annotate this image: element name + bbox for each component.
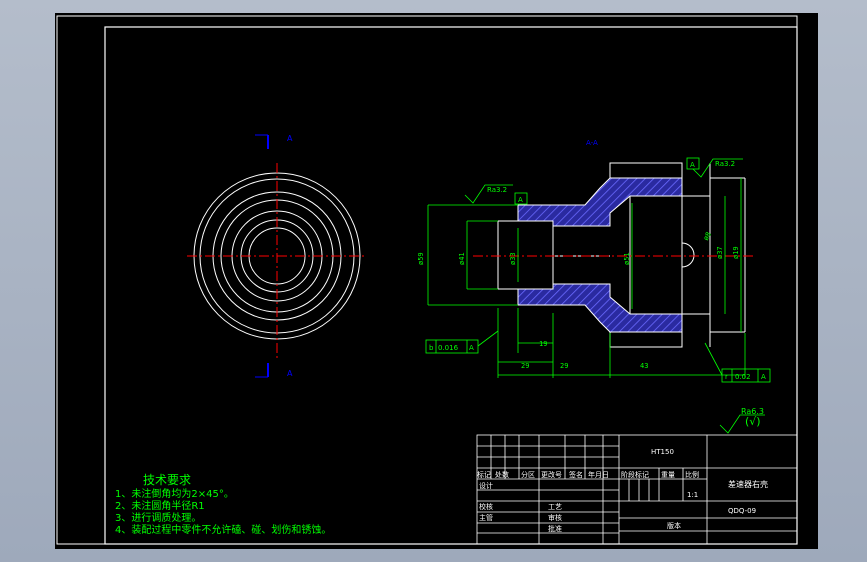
tol1-sym: b [429,344,434,352]
dim-d-inner: ø51 [623,252,631,265]
dim-hole: ø8 [702,231,713,242]
part-name: 差速器右壳 [728,479,768,489]
tech-requirements: 技术要求 1、未注倒角均为2×45°。 2、未注圆角半径R1 3、进行调质处理。… [115,473,331,536]
section-mark-bottom: A [287,369,293,378]
hdr-1: 处数 [495,470,509,479]
roughness-1: Ra3.2 [487,186,507,194]
drawing-no: QDQ-09 [728,507,756,515]
scale: 1:1 [687,491,698,499]
hdr-5: 年月日 [588,470,609,479]
stage-hdr-1: 重量 [661,471,675,479]
dim-len-29b: 29 [560,362,568,370]
end-view [187,134,367,378]
tol1-ref: A [469,344,474,352]
datum-2: A [690,161,695,169]
outer-frame [56,15,798,545]
tech-req-title: 技术要求 [143,473,191,487]
dim-d-outer: ø59 [417,252,425,265]
hdr-4: 签名 [569,470,583,479]
tol2-sym: r [725,373,728,381]
tol2-val: 0.02 [735,373,751,381]
role2-1: 审核 [548,513,562,522]
dim-d-flange: ø19 [732,246,740,259]
hdr-0: 标记 [477,470,491,479]
dim-d-right: ø37 [716,246,724,259]
drawing-svg: A A A-A ø59 ø41 ø33 ø51 ø37 ø19 ø8 19 29… [56,15,798,545]
hdr-3: 更改号 [541,470,562,479]
section-mark-top: A [287,134,293,143]
stage-hdr-2: 比例 [685,470,699,479]
role2-2: 批准 [548,524,562,533]
dim-len-29a: 29 [521,362,529,370]
dim-len-19: 19 [539,340,547,348]
role2-0: 工艺 [548,503,562,511]
tol2-ref: A [761,373,766,381]
role-0: 设计 [479,481,493,490]
tol1-val: 0.016 [438,344,459,352]
title-block-grid [476,434,798,545]
dim-d-neck: ø33 [509,252,517,265]
role-1: 校核 [479,502,493,511]
tech-req-item-3: 3、进行调质处理。 [115,511,201,524]
role-2: 主管 [479,513,493,522]
drawing-sheet[interactable]: A A A-A ø59 ø41 ø33 ø51 ø37 ø19 ø8 19 29… [55,13,818,549]
tech-req-item-2: 2、未注圆角半径R1 [115,499,205,512]
datum-1: A [518,196,523,204]
section-view-label: A-A [586,139,598,147]
tech-req-item-4: 4、装配过程中零件不允许磕、碰、划伤和锈蚀。 [115,523,331,536]
material: HT150 [651,448,674,456]
stage-hdr-0: 阶段标记 [621,470,649,479]
edition: 版本 [667,521,681,530]
cad-viewport[interactable]: A A A-A ø59 ø41 ø33 ø51 ø37 ø19 ø8 19 29… [0,0,867,562]
tech-req-item-1: 1、未注倒角均为2×45°。 [115,487,234,500]
dim-d-bore: ø41 [458,252,466,265]
roughness-2: Ra3.2 [715,160,735,168]
inner-frame [104,26,798,545]
roughness-general-note: (√) [745,415,761,428]
hdr-2: 分区 [521,470,535,479]
dim-len-43: 43 [640,362,648,370]
